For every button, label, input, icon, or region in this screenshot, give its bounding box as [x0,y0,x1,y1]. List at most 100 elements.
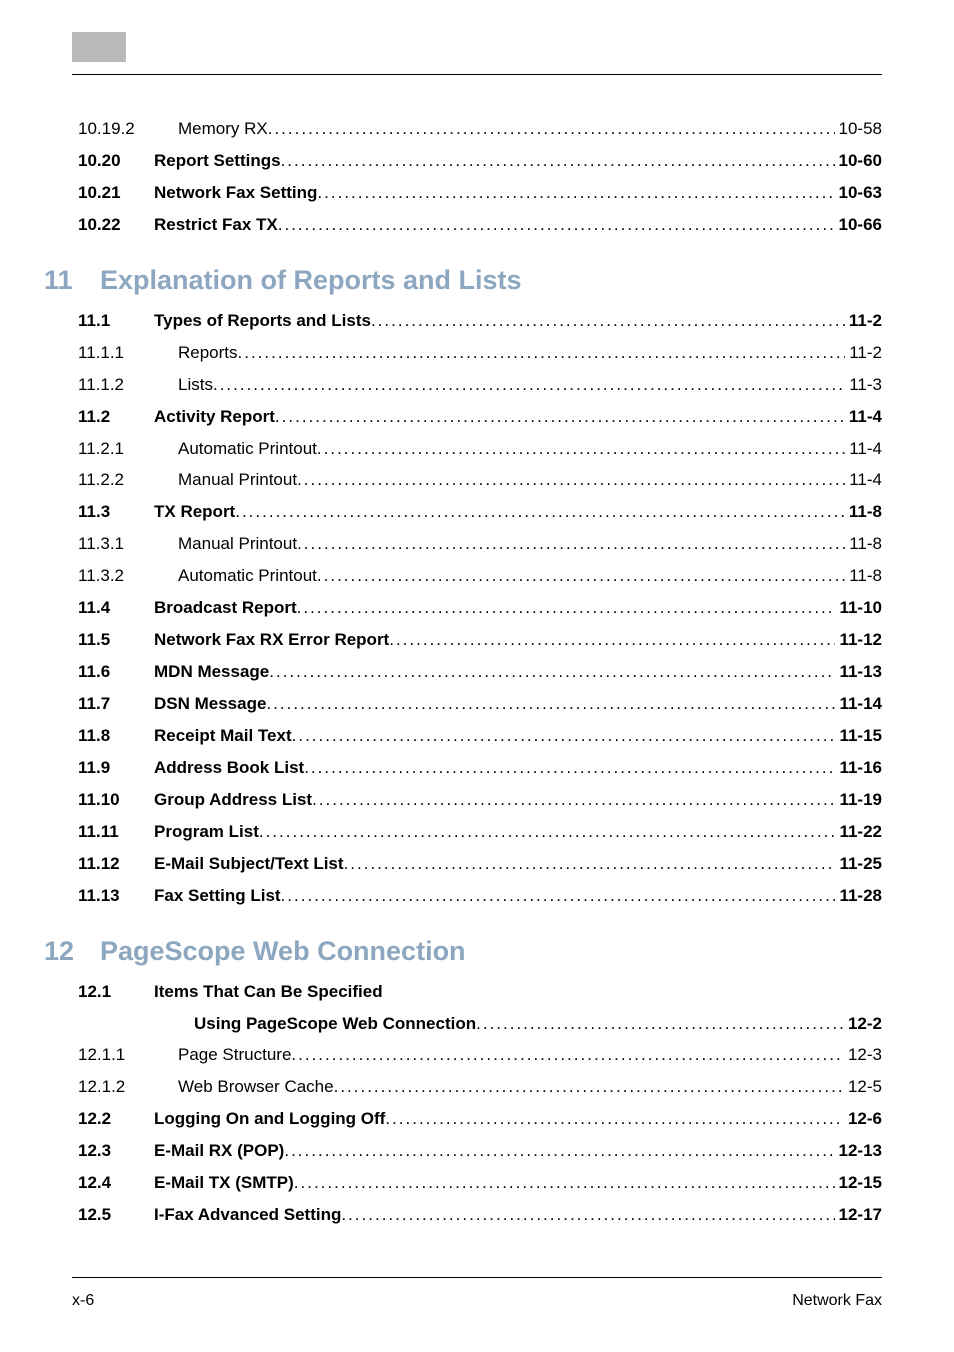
toc-entry-number: 11.6 [72,661,154,684]
toc-leader-dots [341,1204,834,1227]
toc-entry-title: DSN Message [154,693,266,716]
toc-leader-dots [389,629,835,652]
toc-entry-body: Lists [154,374,845,397]
toc-leader-dots [297,469,845,492]
toc-leader-dots [476,1013,844,1036]
toc-entry-body: Address Book List [154,757,835,780]
toc-entry-page: 11-28 [835,885,882,908]
toc-content: 10.19.2Memory RX10-58 10.20Report Setting… [72,118,882,1227]
toc-leader-dots [304,757,835,780]
toc-leader-dots [259,821,836,844]
toc-entry-number: 11.1.1 [72,342,154,365]
toc-leader-dots [266,693,835,716]
toc-entry-number: 11.10 [72,789,154,812]
toc-entry: 12.3E-Mail RX (POP)12-13 [72,1140,882,1163]
toc-entry: 12.4E-Mail TX (SMTP)12-15 [72,1172,882,1195]
footer-title: Network Fax [792,1292,882,1310]
toc-leader-dots [275,406,845,429]
toc-entry-title: E-Mail TX (SMTP) [154,1172,294,1195]
toc-entry-title: Receipt Mail Text [154,725,292,748]
toc-entry: 10.22Restrict Fax TX10-66 [72,214,882,237]
toc-entry: 11.12E-Mail Subject/Text List11-25 [72,853,882,876]
toc-entry: 11.6MDN Message11-13 [72,661,882,684]
toc-entry: 10.20Report Settings10-60 [72,150,882,173]
toc-leader-dots [235,501,845,524]
toc-entry-title: Types of Reports and Lists [154,310,371,333]
toc-entry-body: Network Fax Setting [154,182,835,205]
toc-entry: 11.3TX Report11-8 [72,501,882,524]
toc-entry-title: TX Report [154,501,235,524]
toc-entry: 11.9Address Book List11-16 [72,757,882,780]
toc-entry-page: 11-2 [845,310,882,333]
toc-entry-body: Broadcast Report [154,597,835,620]
toc-entry-page: 12-17 [835,1204,882,1227]
toc-entry-number: 10.20 [72,150,154,173]
toc-entry-page: 12-2 [844,1013,882,1036]
footer-rule [72,1277,882,1278]
toc-entry-title: Items That Can Be Specified [154,981,383,1004]
toc-entry-body: E-Mail RX (POP) [154,1140,835,1163]
toc-leader-dots [297,533,845,556]
toc-entry-page: 11-8 [845,533,882,556]
toc-leader-dots [292,725,836,748]
toc-leader-dots [291,1044,844,1067]
toc-entry-title: Using PageScope Web Connection [154,1013,476,1036]
toc-entry: 10.19.2Memory RX10-58 [72,118,882,141]
toc-entry-title: E-Mail RX (POP) [154,1140,284,1163]
toc-entry-body: Fax Setting List [154,885,835,908]
toc-entry-body: Page Structure [154,1044,844,1067]
toc-entry-page: 11-25 [835,853,882,876]
toc-entry-number: 12.2 [72,1108,154,1131]
toc-entry: 11.8Receipt Mail Text11-15 [72,725,882,748]
toc-entry-body: Types of Reports and Lists [154,310,845,333]
toc-entry: 11.5Network Fax RX Error Report11-12 [72,629,882,652]
toc-entry-title: E-Mail Subject/Text List [154,853,344,876]
toc-entry: 12.1.2Web Browser Cache12-5 [72,1076,882,1099]
chapter-number: 12 [44,936,100,967]
toc-entry-title: Program List [154,821,259,844]
toc-entry: 11.2Activity Report11-4 [72,406,882,429]
toc-entry: 11.1.2Lists11-3 [72,374,882,397]
toc-entry: 11.2.2Manual Printout11-4 [72,469,882,492]
toc-leader-dots [317,182,834,205]
toc-entry-title: I-Fax Advanced Setting [154,1204,341,1227]
toc-entry-body: Network Fax RX Error Report [154,629,835,652]
toc-entry-number: 10.21 [72,182,154,205]
toc-entry: 11.11Program List11-22 [72,821,882,844]
toc-entry-body: Manual Printout [154,533,845,556]
toc-entry-title: Network Fax Setting [154,182,317,205]
toc-entry-body: E-Mail TX (SMTP) [154,1172,835,1195]
toc-entry-body: DSN Message [154,693,835,716]
toc-entry: 11.3.1Manual Printout11-8 [72,533,882,556]
toc-entry-page: 11-4 [845,438,882,461]
toc-entry-number: 11.4 [72,597,154,620]
toc-entry-title: Broadcast Report [154,597,297,620]
toc-entry-page: 12-6 [844,1108,882,1131]
toc-entry: 11.10Group Address List11-19 [72,789,882,812]
toc-entry-title: Address Book List [154,757,304,780]
toc-entry: 11.3.2Automatic Printout11-8 [72,565,882,588]
toc-entry-body: Automatic Printout [154,438,845,461]
toc-entry-title: Fax Setting List [154,885,281,908]
toc-entry-title: MDN Message [154,661,269,684]
header-rule [72,74,882,75]
toc-entry-title: Memory RX [154,118,268,141]
toc-entry-number: 11.9 [72,757,154,780]
toc-leader-dots [312,789,835,812]
toc-entry: 11.1.1Reports11-2 [72,342,882,365]
toc-entry-page: 10-60 [835,150,882,173]
toc-entry-number: 11.8 [72,725,154,748]
toc-entry-page: 12-15 [835,1172,882,1195]
toc-entry-title: Restrict Fax TX [154,214,278,237]
toc-leader-dots [278,214,835,237]
toc-entry-body: Automatic Printout [154,565,845,588]
toc-leader-dots [371,310,845,333]
toc-entry-body: Receipt Mail Text [154,725,835,748]
toc-entry-title: Page Structure [154,1044,291,1067]
toc-entry-number: 11.1.2 [72,374,154,397]
toc-entry-body: Using PageScope Web Connection [154,1013,844,1036]
toc-entry-title: Group Address List [154,789,312,812]
toc-entry-page: 10-66 [835,214,882,237]
toc-entry: 11.2.1Automatic Printout11-4 [72,438,882,461]
toc-leader-dots [238,342,846,365]
